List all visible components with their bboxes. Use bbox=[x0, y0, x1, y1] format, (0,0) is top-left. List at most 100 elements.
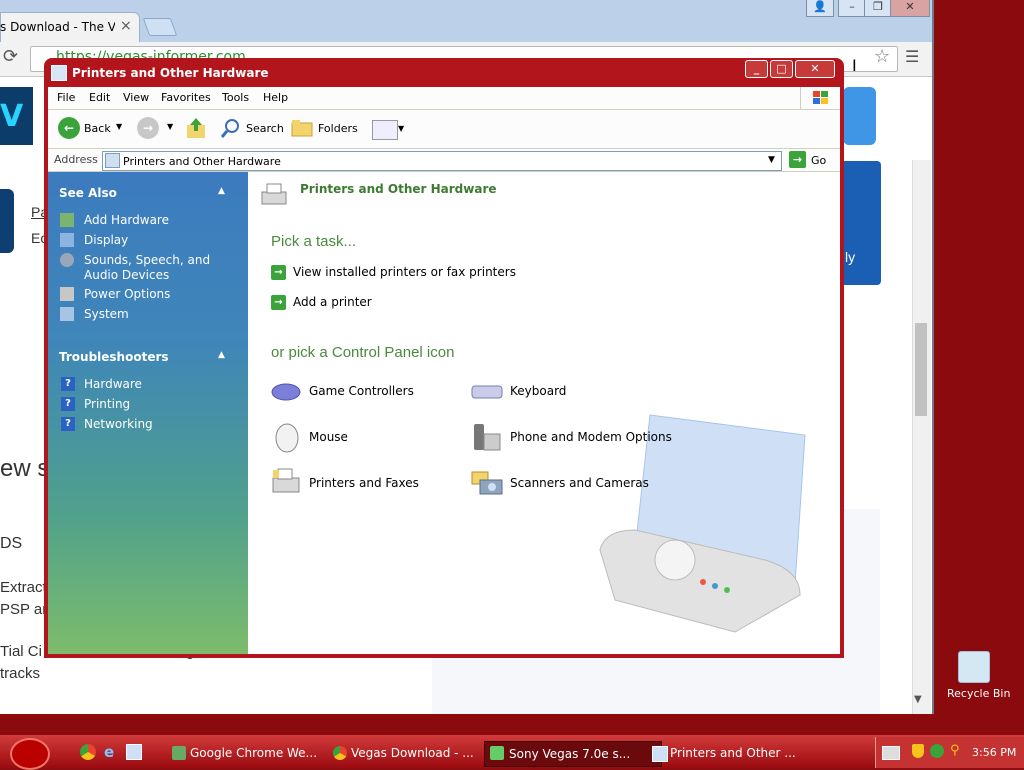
chrome-quicklaunch-icon[interactable] bbox=[80, 744, 96, 760]
keyboard-tray-icon[interactable] bbox=[882, 746, 900, 760]
quicklaunch-icon[interactable] bbox=[126, 744, 142, 760]
recycle-bin-label[interactable]: Recycle Bin bbox=[947, 687, 1010, 700]
browser-close-button[interactable]: ✕ bbox=[890, 0, 930, 17]
folders-button[interactable]: Folders bbox=[318, 122, 358, 135]
keyboard-icon[interactable] bbox=[470, 380, 504, 402]
scanner-icon[interactable] bbox=[470, 466, 504, 498]
sounds-link-line2[interactable]: Audio Devices bbox=[84, 268, 169, 282]
web-text: tracks bbox=[0, 665, 41, 682]
system-link[interactable]: System bbox=[84, 307, 129, 321]
printer-icon[interactable] bbox=[270, 466, 302, 498]
scanners-cameras-link[interactable]: Scanners and Cameras bbox=[510, 476, 649, 490]
menu-file[interactable]: File bbox=[57, 91, 75, 104]
collapse-troubleshooters-icon[interactable]: ▲ bbox=[218, 350, 225, 360]
back-arrow-icon[interactable]: ← bbox=[58, 117, 80, 139]
taskbar-item-sony-vegas[interactable]: Sony Vegas 7.0e s... bbox=[484, 741, 662, 767]
start-button[interactable] bbox=[10, 738, 50, 770]
web-blue-card bbox=[843, 161, 881, 285]
reload-icon[interactable]: ⟳ bbox=[3, 46, 18, 67]
browser-user-button[interactable]: 👤 bbox=[806, 0, 834, 17]
site-banner bbox=[843, 87, 876, 145]
troubleshooters-heading[interactable]: Troubleshooters bbox=[59, 350, 169, 364]
menu-view[interactable]: View bbox=[123, 91, 149, 104]
recycle-bin-icon[interactable] bbox=[958, 651, 990, 683]
minimize-button[interactable]: _ bbox=[745, 60, 768, 78]
forward-dropdown-icon[interactable]: ▼ bbox=[167, 122, 173, 131]
pick-icon-heading: or pick a Control Panel icon bbox=[271, 344, 455, 361]
taskbar-app-icon bbox=[172, 746, 186, 760]
search-icon[interactable] bbox=[220, 117, 242, 139]
web-scrollbar[interactable] bbox=[912, 160, 931, 714]
menu-tools[interactable]: Tools bbox=[222, 91, 249, 104]
printers-faxes-link[interactable]: Printers and Faxes bbox=[309, 476, 419, 490]
search-button[interactable]: Search bbox=[246, 122, 284, 135]
close-button[interactable]: ✕ bbox=[795, 60, 835, 78]
browser-maximize-button[interactable]: ❐ bbox=[864, 0, 892, 17]
display-icon bbox=[60, 233, 74, 247]
taskbar-item-chrome[interactable]: Google Chrome We... bbox=[166, 741, 340, 765]
power-options-link[interactable]: Power Options bbox=[84, 287, 170, 301]
back-button[interactable]: Back bbox=[84, 122, 111, 135]
views-dropdown-icon[interactable]: ▼ bbox=[398, 124, 404, 133]
troubleshoot-printing-link[interactable]: Printing bbox=[84, 397, 130, 411]
views-icon[interactable] bbox=[372, 120, 398, 140]
task-arrow-icon: → bbox=[271, 295, 286, 310]
troubleshoot-networking-link[interactable]: Networking bbox=[84, 417, 153, 431]
phone-modem-link[interactable]: Phone and Modem Options bbox=[510, 430, 672, 444]
add-hardware-link[interactable]: Add Hardware bbox=[84, 213, 169, 227]
keyboard-link[interactable]: Keyboard bbox=[510, 384, 566, 398]
web-text: DS bbox=[0, 535, 23, 552]
game-controllers-link[interactable]: Game Controllers bbox=[309, 384, 414, 398]
browser-minimize-button[interactable]: – bbox=[838, 0, 866, 17]
task-add-printer[interactable]: Add a printer bbox=[293, 295, 372, 309]
collapse-see-also-icon[interactable]: ▲ bbox=[218, 186, 225, 196]
menu-edit[interactable]: Edit bbox=[89, 91, 110, 104]
window-title-icon bbox=[51, 65, 67, 81]
display-link[interactable]: Display bbox=[84, 233, 128, 247]
gamepad-icon[interactable] bbox=[270, 378, 302, 404]
add-hardware-icon bbox=[60, 213, 74, 227]
web-heading: ew s bbox=[0, 455, 50, 482]
taskbar-item-printers[interactable]: Printers and Other ... bbox=[646, 741, 820, 765]
ie-quicklaunch-icon[interactable]: e bbox=[104, 744, 120, 760]
see-also-heading[interactable]: See Also bbox=[59, 186, 117, 200]
shield-icon[interactable] bbox=[912, 744, 924, 758]
scroll-down-arrow-icon[interactable]: ▼ bbox=[914, 694, 922, 705]
go-arrow-icon[interactable]: → bbox=[789, 151, 806, 168]
power-options-icon bbox=[60, 287, 74, 301]
search-tray-icon[interactable]: ⚲ bbox=[950, 744, 964, 758]
category-header: Printers and Other Hardware bbox=[300, 182, 497, 196]
pick-task-heading: Pick a task... bbox=[271, 233, 357, 250]
explorer-title: Printers and Other Hardware bbox=[72, 66, 269, 80]
maximize-button[interactable]: □ bbox=[770, 60, 793, 78]
go-button[interactable]: Go bbox=[811, 154, 826, 167]
phone-icon[interactable] bbox=[472, 420, 502, 454]
back-dropdown-icon[interactable]: ▼ bbox=[116, 122, 122, 131]
printer-hardware-icon bbox=[258, 180, 290, 210]
web-text: Extract bbox=[0, 579, 47, 596]
menu-favorites[interactable]: Favorites bbox=[161, 91, 211, 104]
browser-menu-icon[interactable]: ☰ bbox=[905, 47, 919, 66]
folders-icon[interactable] bbox=[291, 119, 313, 137]
bookmark-star-icon[interactable]: ☆ bbox=[874, 46, 890, 67]
taskbar-item-vegas-download[interactable]: Vegas Download - ... bbox=[327, 741, 501, 765]
troubleshoot-hardware-link[interactable]: Hardware bbox=[84, 377, 142, 391]
web-scrollbar-thumb[interactable] bbox=[915, 323, 927, 416]
address-dropdown-icon[interactable]: ▼ bbox=[768, 155, 775, 165]
chrome-icon bbox=[333, 746, 347, 760]
sounds-link[interactable]: Sounds, Speech, and bbox=[84, 253, 210, 267]
site-logo: V bbox=[0, 87, 33, 145]
address-value[interactable]: Printers and Other Hardware bbox=[123, 155, 281, 168]
task-view-printers[interactable]: View installed printers or fax printers bbox=[293, 265, 516, 279]
clock[interactable]: 3:56 PM bbox=[972, 746, 1016, 759]
menu-help[interactable]: Help bbox=[263, 91, 288, 104]
up-folder-icon[interactable] bbox=[186, 117, 206, 139]
text-cursor-icon: I bbox=[852, 56, 857, 75]
network-icon[interactable] bbox=[930, 744, 944, 758]
mouse-icon[interactable] bbox=[272, 420, 302, 454]
tab-close-icon[interactable]: × bbox=[120, 18, 132, 34]
browser-tab-title[interactable]: s Download - The Vegas bbox=[0, 20, 115, 34]
web-text: Tial Ci bbox=[0, 643, 42, 660]
mouse-link[interactable]: Mouse bbox=[309, 430, 348, 444]
forward-arrow-icon[interactable]: → bbox=[137, 117, 159, 139]
